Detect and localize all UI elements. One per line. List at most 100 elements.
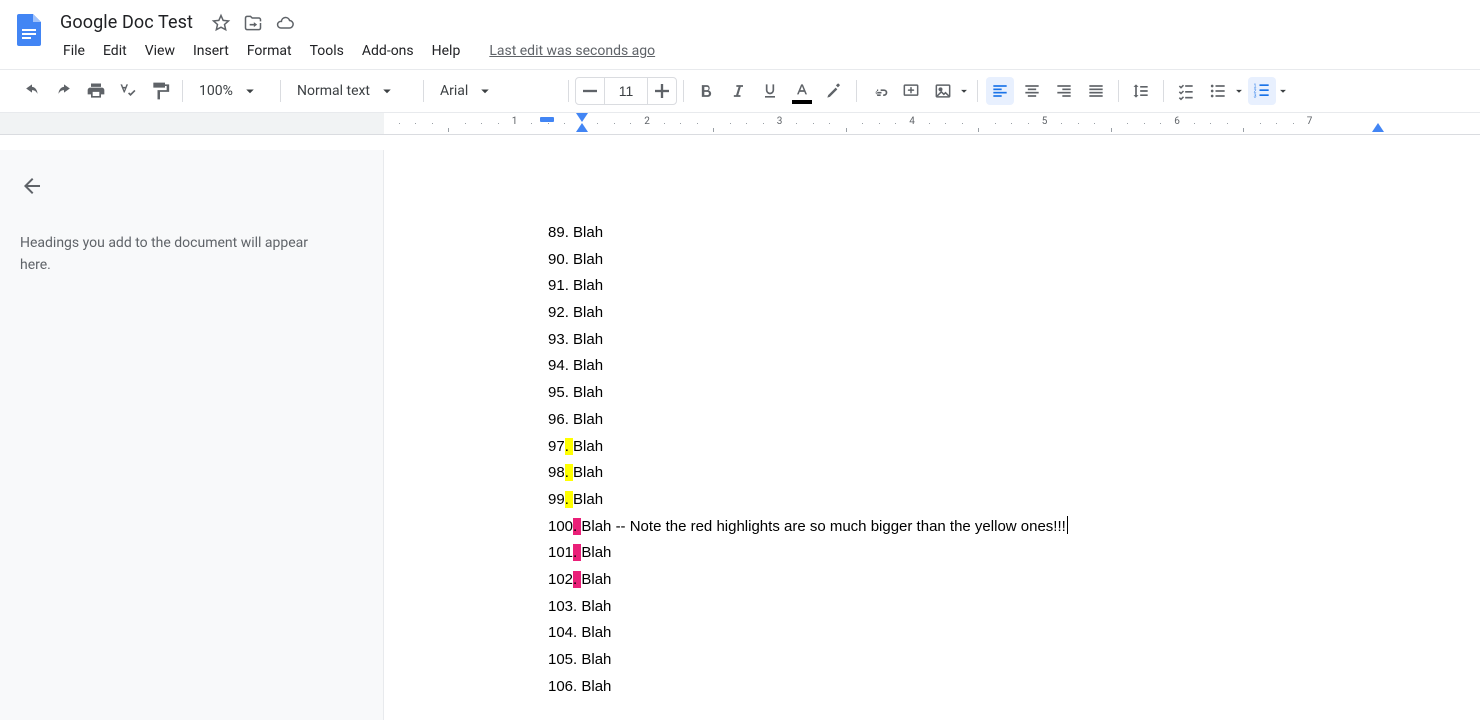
ruler-major-7: 7 [1307,116,1313,127]
star-icon[interactable] [211,13,231,33]
align-right-button[interactable] [1050,77,1078,105]
text-color-indicator [792,100,812,104]
paint-format-button[interactable] [146,77,174,105]
underline-button[interactable] [756,77,784,105]
list-item[interactable]: 98. Blah [548,460,1444,487]
list-item-number: 91 [548,273,565,300]
align-left-button[interactable] [986,77,1014,105]
insert-image-dropdown[interactable] [927,77,971,105]
list-item-number: 97 [548,434,565,461]
ruler-major-5: 5 [1042,116,1048,127]
list-item-text: Blah [573,251,603,268]
indent-left-marker[interactable] [575,122,589,135]
bulleted-list-dropdown[interactable] [1202,77,1246,105]
list-item-text: Blah [581,624,611,641]
zoom-dropdown[interactable]: 100% [189,77,274,105]
bulleted-list-icon [1204,77,1232,105]
outline-collapse-button[interactable] [20,174,363,202]
list-item-number: 90 [548,247,565,274]
text-cursor [1067,516,1068,534]
menu-help[interactable]: Help [423,39,470,63]
list-item[interactable]: 95. Blah [548,380,1444,407]
docs-logo[interactable] [10,10,50,50]
menu-file[interactable]: File [54,39,94,63]
highlight-button[interactable] [820,77,848,105]
list-item-number: 100 [548,514,573,541]
list-item-number: 106 [548,674,573,701]
print-button[interactable] [82,77,110,105]
align-justify-button[interactable] [1082,77,1110,105]
cloud-status-icon[interactable] [275,13,295,33]
list-item[interactable]: 103. Blah [548,594,1444,621]
list-item[interactable]: 97. Blah [548,434,1444,461]
list-item[interactable]: 89. Blah [548,220,1444,247]
last-edit-link[interactable]: Last edit was seconds ago [489,43,655,59]
ruler-major-1: 1 [512,116,518,127]
spellcheck-button[interactable] [114,77,142,105]
numbered-list[interactable]: 89. Blah90. Blah91. Blah92. Blah93. Blah… [548,220,1444,700]
ruler-major-4: 4 [909,116,915,127]
menubar: FileEditViewInsertFormatToolsAdd-onsHelp… [54,35,655,69]
list-item[interactable]: 96. Blah [548,407,1444,434]
zoom-value: 100% [199,83,233,99]
line-spacing-dropdown[interactable] [1125,77,1157,105]
list-item-number: 96 [548,407,565,434]
list-item-text: Blah [573,411,603,428]
chevron-down-icon [378,82,396,100]
list-item-number: 99 [548,487,565,514]
ruler-major-2: 2 [644,116,650,127]
list-item[interactable]: 105. Blah [548,647,1444,674]
list-item[interactable]: 100. Blah -- Note the red highlights are… [548,514,1444,541]
list-item-number: 93 [548,327,565,354]
menu-view[interactable]: View [136,39,184,63]
list-item-text: Blah [573,464,603,481]
menu-insert[interactable]: Insert [184,39,238,63]
insert-comment-button[interactable] [897,77,925,105]
paragraph-style-dropdown[interactable]: Normal text [287,77,417,105]
move-icon[interactable] [243,13,263,33]
list-item-text: Blah [573,384,603,401]
align-center-button[interactable] [1018,77,1046,105]
list-item-spacer: . [565,464,573,481]
font-dropdown[interactable]: Arial [430,77,562,105]
paragraph-style-value: Normal text [297,83,370,99]
list-item[interactable]: 99. Blah [548,487,1444,514]
italic-button[interactable] [724,77,752,105]
font-size-input[interactable] [604,78,648,104]
list-item[interactable]: 101. Blah [548,540,1444,567]
font-size-increase[interactable] [648,78,676,104]
list-item-number: 102 [548,567,573,594]
menu-edit[interactable]: Edit [94,39,136,63]
list-item[interactable]: 104. Blah [548,620,1444,647]
doc-title-input[interactable]: Google Doc Test [54,10,199,35]
undo-button[interactable] [18,77,46,105]
ruler-major-6: 6 [1174,116,1180,127]
list-item-number: 105 [548,647,573,674]
menu-add-ons[interactable]: Add-ons [353,39,423,63]
menu-format[interactable]: Format [238,39,301,63]
text-color-button[interactable] [788,77,816,105]
list-item[interactable]: 91. Blah [548,273,1444,300]
document-canvas[interactable]: 89. Blah90. Blah91. Blah92. Blah93. Blah… [384,150,1480,720]
ruler[interactable]: 1234567 [0,113,1480,135]
toolbar: 100% Normal text Arial [0,69,1480,113]
menu-tools[interactable]: Tools [301,39,353,63]
font-size-decrease[interactable] [576,78,604,104]
redo-button[interactable] [50,77,78,105]
list-item[interactable]: 90. Blah [548,247,1444,274]
document-body[interactable]: 89. Blah90. Blah91. Blah92. Blah93. Blah… [384,150,1444,720]
indent-right-marker[interactable] [1371,122,1385,135]
numbered-list-dropdown[interactable]: 123 [1246,77,1290,105]
checklist-button[interactable] [1172,77,1200,105]
image-icon [929,77,957,105]
bold-button[interactable] [692,77,720,105]
titlebar: Google Doc Test FileEditViewInsertFormat… [0,0,1480,69]
list-item[interactable]: 92. Blah [548,300,1444,327]
list-item[interactable]: 94. Blah [548,353,1444,380]
font-size-group [575,77,677,105]
list-item[interactable]: 93. Blah [548,327,1444,354]
indent-first-bar[interactable] [540,117,554,122]
list-item[interactable]: 106. Blah [548,674,1444,701]
insert-link-button[interactable] [865,77,893,105]
list-item[interactable]: 102. Blah [548,567,1444,594]
